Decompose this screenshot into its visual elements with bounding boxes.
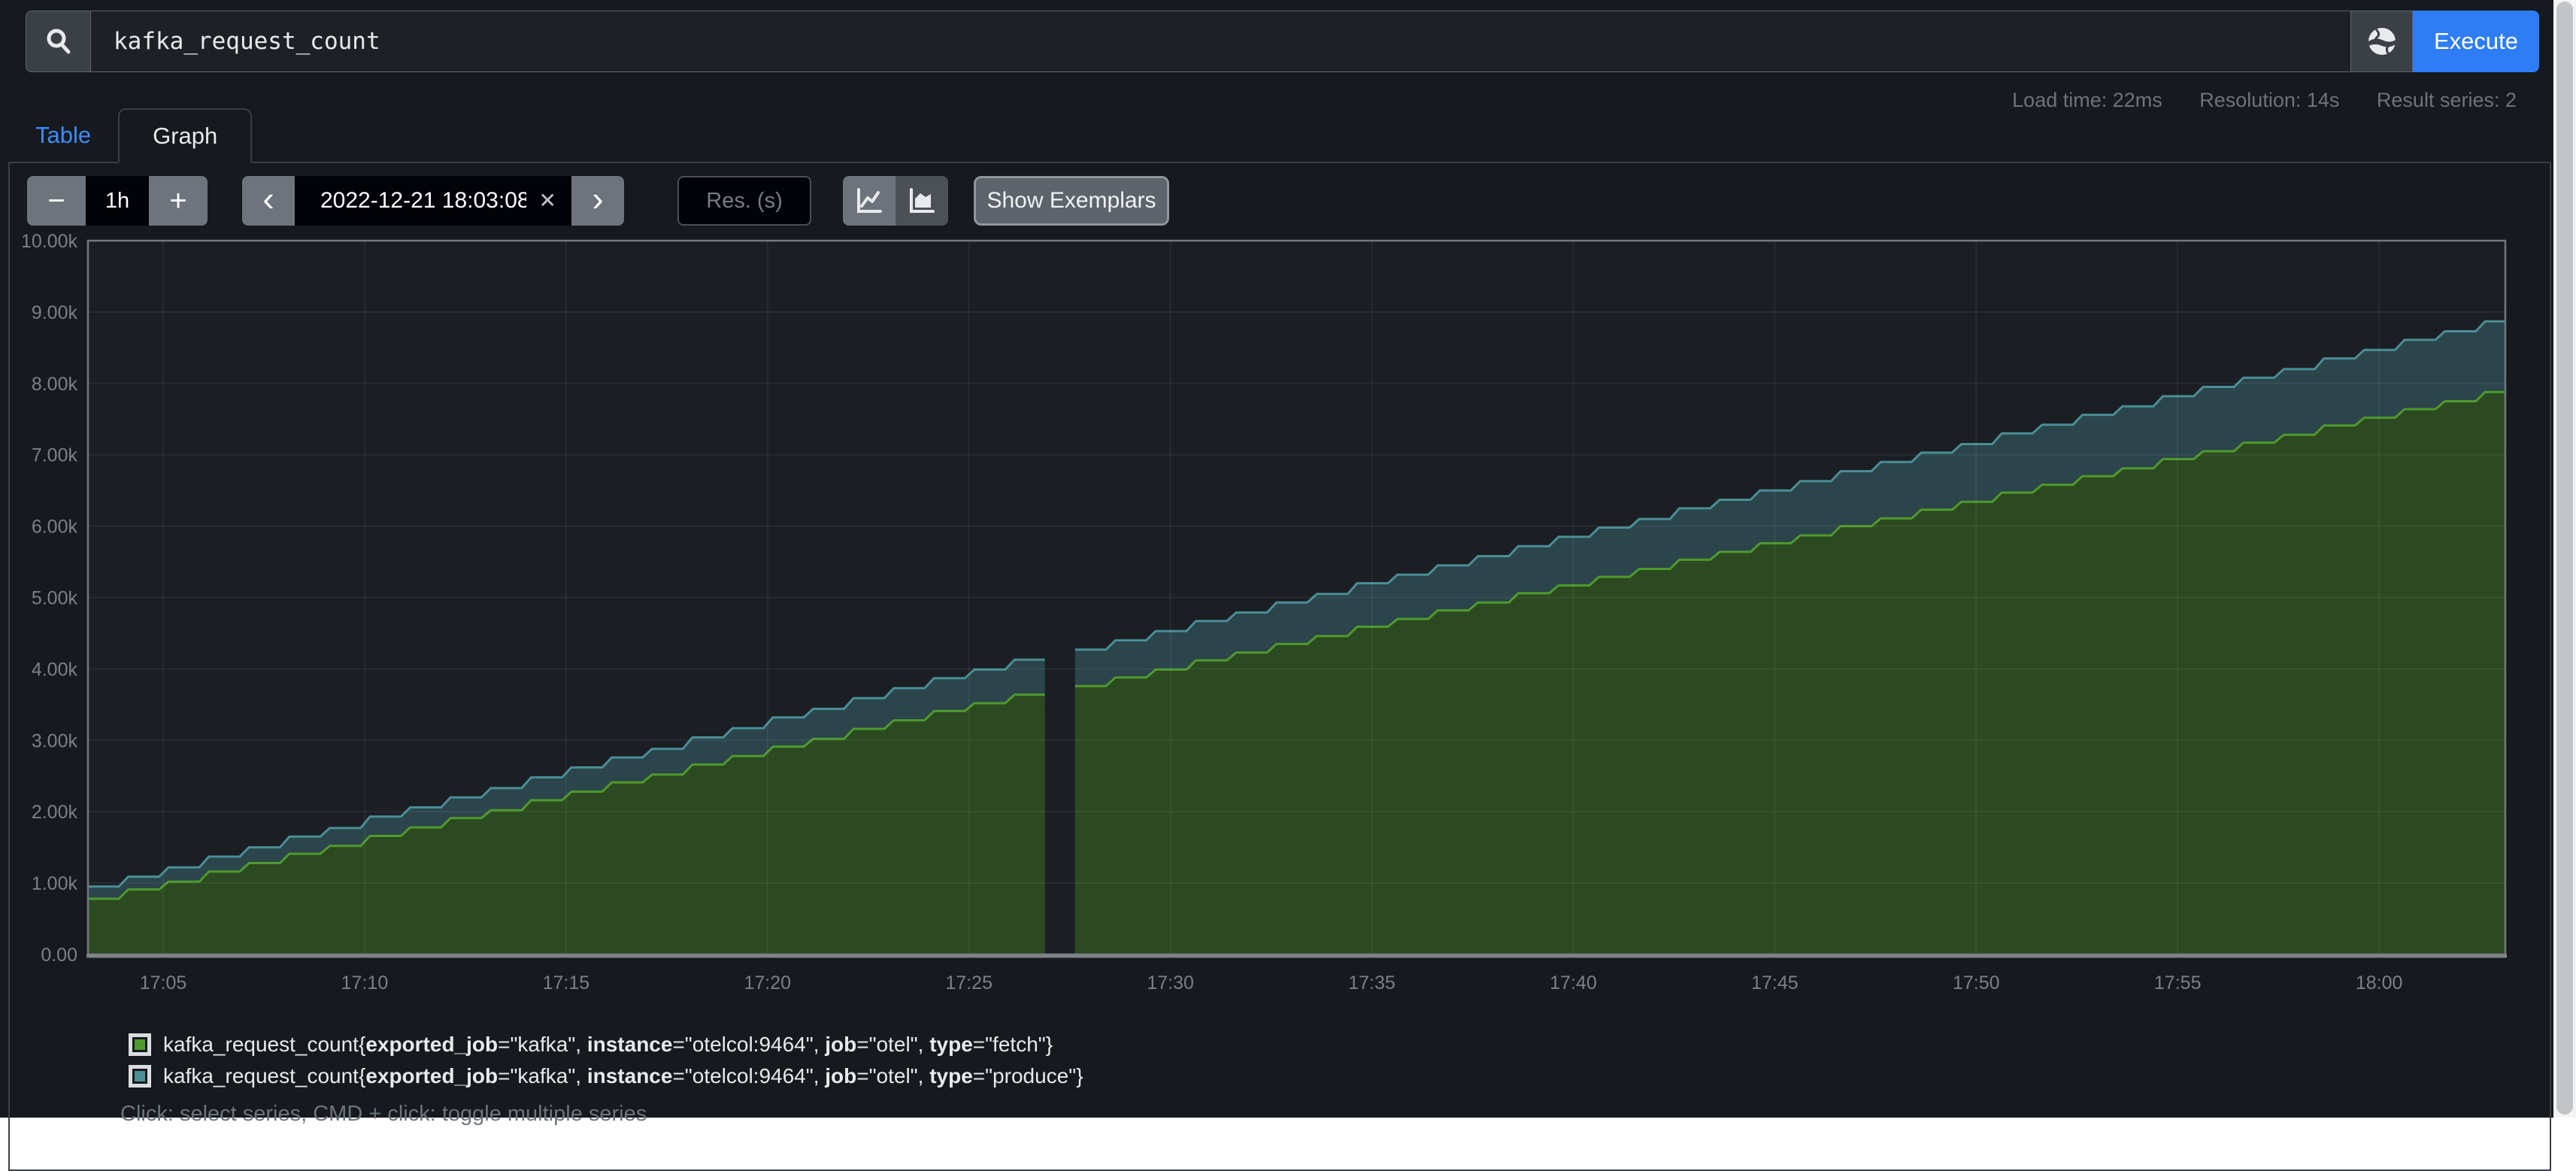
y-tick-label: 8.00k (32, 374, 78, 395)
chevron-right-icon: › (592, 181, 603, 216)
stacked-chart-button[interactable] (896, 176, 948, 226)
graph-chart: 0.00 1.00k 2.00k 3.00k 4.00k 5.00k 6.00k 7.00k 8… (10, 163, 2551, 1028)
y-tick-label: 1.00k (32, 873, 78, 894)
datetime-group: ‹ ✕ › (242, 176, 624, 226)
y-tick-label: 2.00k (32, 802, 78, 823)
legend-series-label: kafka_request_count{exported_job="kafka"… (163, 1033, 1053, 1057)
datetime-prev-button[interactable]: ‹ (242, 176, 295, 226)
globe-button[interactable] (2351, 11, 2413, 72)
legend-item[interactable]: kafka_request_count{exported_job="kafka"… (120, 1033, 1083, 1057)
globe-icon (2365, 25, 2399, 58)
graph-toolbar: − + ‹ ✕ › (27, 176, 1169, 226)
x-tick-label: 17:15 (543, 972, 590, 994)
line-chart-button[interactable] (843, 176, 896, 226)
graph-panel: 0.00 1.00k 2.00k 3.00k 4.00k 5.00k 6.00k 7.00k 8… (8, 163, 2551, 1171)
chart-type-toggle (843, 176, 948, 226)
y-tick-label: 5.00k (32, 588, 78, 609)
datetime-next-button[interactable]: › (571, 176, 624, 226)
range-group: − + (27, 176, 208, 226)
execute-button[interactable]: Execute (2413, 11, 2539, 72)
range-decrease-button[interactable]: − (27, 176, 86, 226)
panel-tabs: Table Graph (8, 107, 2551, 163)
x-tick-label: 18:00 (2356, 972, 2403, 994)
x-tick-label: 17:25 (945, 972, 993, 994)
y-tick-label: 7.00k (32, 445, 78, 466)
chevron-left-icon: ‹ (262, 181, 274, 216)
y-tick-label: 4.00k (32, 659, 78, 680)
legend-series-label: kafka_request_count{exported_job="kafka"… (163, 1064, 1083, 1088)
y-tick-label: 0.00 (41, 945, 77, 966)
legend: kafka_request_count{exported_job="kafka"… (120, 1033, 1083, 1127)
stacked-chart-icon (908, 187, 936, 215)
y-tick-label: 10.00k (21, 231, 78, 252)
range-increase-button[interactable]: + (149, 176, 208, 226)
query-bar: Execute (26, 11, 2539, 72)
resolution-input[interactable] (677, 176, 811, 226)
show-exemplars-button[interactable]: Show Exemplars (974, 176, 1169, 226)
range-input[interactable] (86, 176, 149, 226)
scrollbar (2553, 0, 2576, 1118)
tab-graph[interactable]: Graph (118, 108, 252, 163)
y-tick-label: 9.00k (32, 302, 78, 323)
legend-hint: Click: select series, CMD + click: toggl… (120, 1102, 1083, 1127)
datetime-input[interactable] (295, 176, 571, 226)
x-tick-label: 17:30 (1147, 972, 1194, 994)
app-root: Execute Load time: 22ms Resolution: 14s … (0, 0, 2553, 1118)
legend-swatch (129, 1065, 151, 1088)
search-icon (44, 26, 74, 56)
metrics-explorer-button[interactable] (26, 11, 90, 72)
line-chart-icon (855, 187, 883, 215)
x-tick-label: 17:05 (140, 972, 187, 994)
y-tick-label: 3.00k (32, 730, 78, 751)
legend-item[interactable]: kafka_request_count{exported_job="kafka"… (120, 1064, 1083, 1088)
plus-icon: + (169, 186, 186, 216)
query-input[interactable] (90, 11, 2351, 72)
x-tick-label: 17:40 (1550, 972, 1597, 994)
x-tick-label: 17:20 (744, 972, 791, 994)
x-tick-label: 17:10 (341, 972, 389, 994)
y-tick-label: 6.00k (32, 517, 78, 538)
minus-icon: − (47, 186, 65, 216)
clear-datetime-icon[interactable]: ✕ (539, 188, 556, 213)
scrollbar-thumb[interactable] (2556, 2, 2573, 1115)
datetime-field: ✕ (295, 176, 571, 226)
x-tick-label: 17:35 (1348, 972, 1396, 994)
legend-rows: kafka_request_count{exported_job="kafka"… (120, 1033, 1083, 1088)
tab-table[interactable]: Table (8, 108, 118, 162)
x-tick-label: 17:50 (1953, 972, 2000, 994)
x-tick-label: 17:55 (2154, 972, 2202, 994)
legend-swatch (129, 1033, 151, 1056)
x-tick-label: 17:45 (1751, 972, 1799, 994)
